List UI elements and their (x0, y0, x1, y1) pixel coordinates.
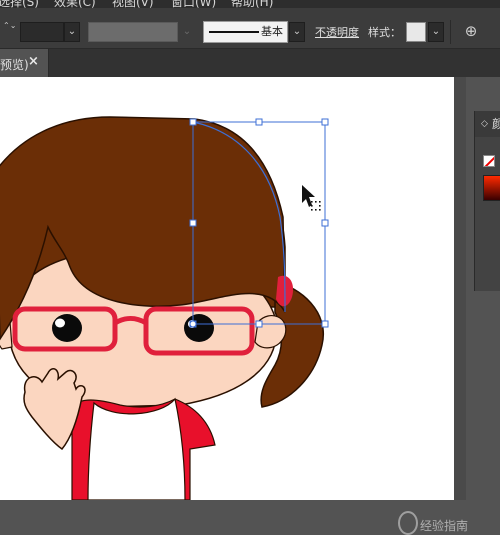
brush-definition-dropdown[interactable]: ⌄ (289, 22, 305, 42)
graphic-style-swatch[interactable] (406, 22, 426, 42)
stroke-weight-input[interactable] (20, 22, 64, 42)
toolbar-divider (450, 20, 451, 44)
color-spectrum[interactable] (483, 175, 500, 201)
watermark: 经验指南 (398, 511, 469, 535)
menu-item-select[interactable]: 选择(S) (0, 0, 39, 8)
selection-handle[interactable] (321, 320, 329, 328)
menu-item-effect[interactable]: 效果(C) (54, 0, 96, 8)
variable-width-dropdown: ⌄ (182, 26, 192, 37)
brush-stroke-preview (209, 31, 259, 33)
menu-item-view[interactable]: 视图(V) (112, 0, 154, 8)
document-tab[interactable]: 预览) × (0, 49, 49, 77)
selection-handle[interactable] (321, 118, 329, 126)
artboard[interactable] (0, 77, 454, 500)
stroke-weight-dropdown[interactable]: ⌄ (64, 22, 80, 42)
cartoon-girl-artwork[interactable] (0, 77, 454, 500)
watermark-text: 经验指南 (420, 519, 469, 533)
selection-handle[interactable] (189, 219, 197, 227)
variable-width-profile[interactable] (88, 22, 178, 42)
color-panel-title: 颜 (492, 117, 500, 131)
none-swatch-icon[interactable] (483, 155, 495, 167)
menu-item-window[interactable]: 窗口(W) (171, 0, 216, 8)
collapse-icon[interactable]: ◇ (481, 111, 488, 137)
menu-item-help[interactable]: 帮助(H) (231, 0, 273, 8)
apron (87, 397, 186, 500)
menu-bar: 选择(S) 效果(C) 视图(V) 窗口(W) 帮助(H) (0, 0, 500, 8)
canvas-workspace[interactable]: ◇ 颜 经验指南 (0, 77, 500, 535)
brush-definition-select[interactable]: 基本 (203, 21, 288, 43)
vertical-scrollbar[interactable] (454, 77, 466, 500)
selection-handle[interactable] (321, 219, 329, 227)
document-tab-bar: 预览) × (0, 49, 500, 77)
color-panel-header[interactable]: ◇ 颜 (475, 111, 500, 137)
selection-handle[interactable] (255, 320, 263, 328)
document-tab-label: 预览) (0, 58, 29, 72)
selection-handle[interactable] (189, 118, 197, 126)
style-label: 样式： (368, 26, 401, 39)
close-icon[interactable]: × (28, 54, 39, 69)
anchor-point[interactable] (189, 320, 197, 328)
opacity-link[interactable]: 不透明度 (315, 24, 359, 40)
arrow-cursor-icon (302, 185, 321, 211)
recolor-artwork-icon[interactable]: ⊕ (462, 22, 480, 40)
graphic-style-dropdown[interactable]: ⌄ (428, 22, 444, 42)
stroke-weight-stepper[interactable]: ⌃⌄ (3, 22, 16, 42)
brush-definition-label: 基本 (261, 25, 283, 38)
color-panel: ◇ 颜 (474, 111, 500, 291)
selection-handle[interactable] (255, 118, 263, 126)
watermark-logo-icon (398, 511, 418, 535)
control-bar: ⌃⌄ ⌄ ⌄ 基本 ⌄ 不透明度 样式： ⌄ ⊕ (0, 8, 500, 49)
